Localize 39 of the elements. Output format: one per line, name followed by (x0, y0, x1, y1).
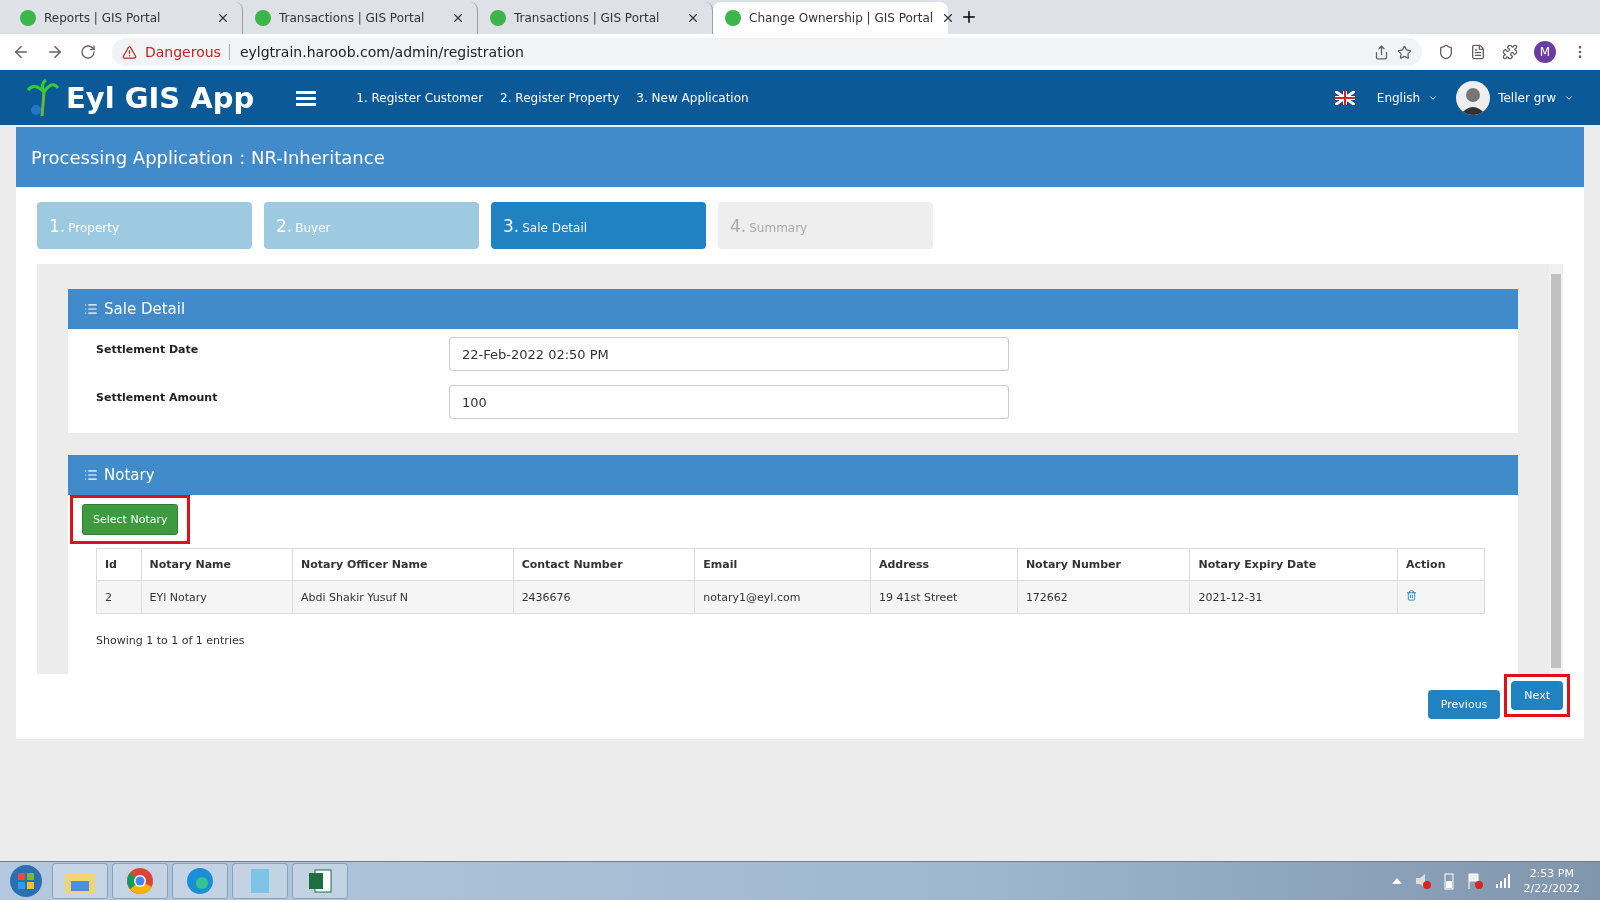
field-label: Settlement Date (96, 342, 200, 358)
column-header: Notary Officer Name (292, 548, 514, 581)
input-field[interactable]: 22-Feb-2022 02:50 PM (449, 337, 1009, 371)
app-logo-text[interactable]: Eyl GIS App (66, 80, 255, 115)
field-label: Settlement Amount (96, 390, 219, 406)
column-header: Notary Expiry Date (1190, 548, 1398, 581)
security-label: Dangerous (145, 44, 221, 60)
column-header: Notary Number (1017, 548, 1190, 581)
column-header: Action (1397, 548, 1485, 581)
table-cell: 2021-12-31 (1190, 580, 1398, 614)
panel-title: Sale Detail (104, 300, 186, 318)
table-cell: Abdi Shakir Yusuf N (292, 580, 514, 614)
table-cell: 172662 (1017, 580, 1190, 614)
column-header: Address (870, 548, 1018, 581)
nav-link[interactable]: 1. Register Customer (356, 90, 484, 105)
column-header: Contact Number (513, 548, 695, 581)
table-cell: notary1@eyl.com (694, 580, 871, 614)
table-cell: 2 (96, 580, 142, 614)
entries-info: Showing 1 to 1 of 1 entries (96, 634, 246, 647)
nav-link[interactable]: 2. Register Property (500, 90, 620, 105)
panel-title: Notary (104, 466, 155, 484)
language-dropdown[interactable]: English (1376, 90, 1421, 105)
table-cell: 19 41st Street (870, 580, 1018, 614)
nav-button[interactable]: Next (1511, 681, 1563, 710)
table-cell: 2436676 (513, 580, 695, 614)
table-cell: EYl Notary (141, 580, 293, 614)
url-text: eylgtrain.haroob.com/admin/registration (228, 44, 524, 60)
page-title: Processing Application : NR-Inheritance (16, 127, 1584, 187)
address-bar[interactable]: Dangerous eylgtrain.haroob.com/admin/registration (112, 38, 1422, 66)
profile-avatar[interactable]: M (1534, 41, 1556, 63)
input-field[interactable]: 100 (449, 385, 1009, 419)
column-header: Email (694, 548, 871, 581)
column-header: Notary Name (141, 548, 293, 581)
user-menu[interactable]: Teller grw (1498, 90, 1556, 105)
select-notary-button[interactable]: Select Notary (82, 504, 179, 535)
nav-button[interactable]: Previous (1427, 689, 1501, 719)
wizard-step[interactable]: 3. Sale Detail (491, 202, 706, 249)
column-header: Id (96, 548, 142, 581)
nav-link[interactable]: 3. New Application (636, 90, 749, 105)
